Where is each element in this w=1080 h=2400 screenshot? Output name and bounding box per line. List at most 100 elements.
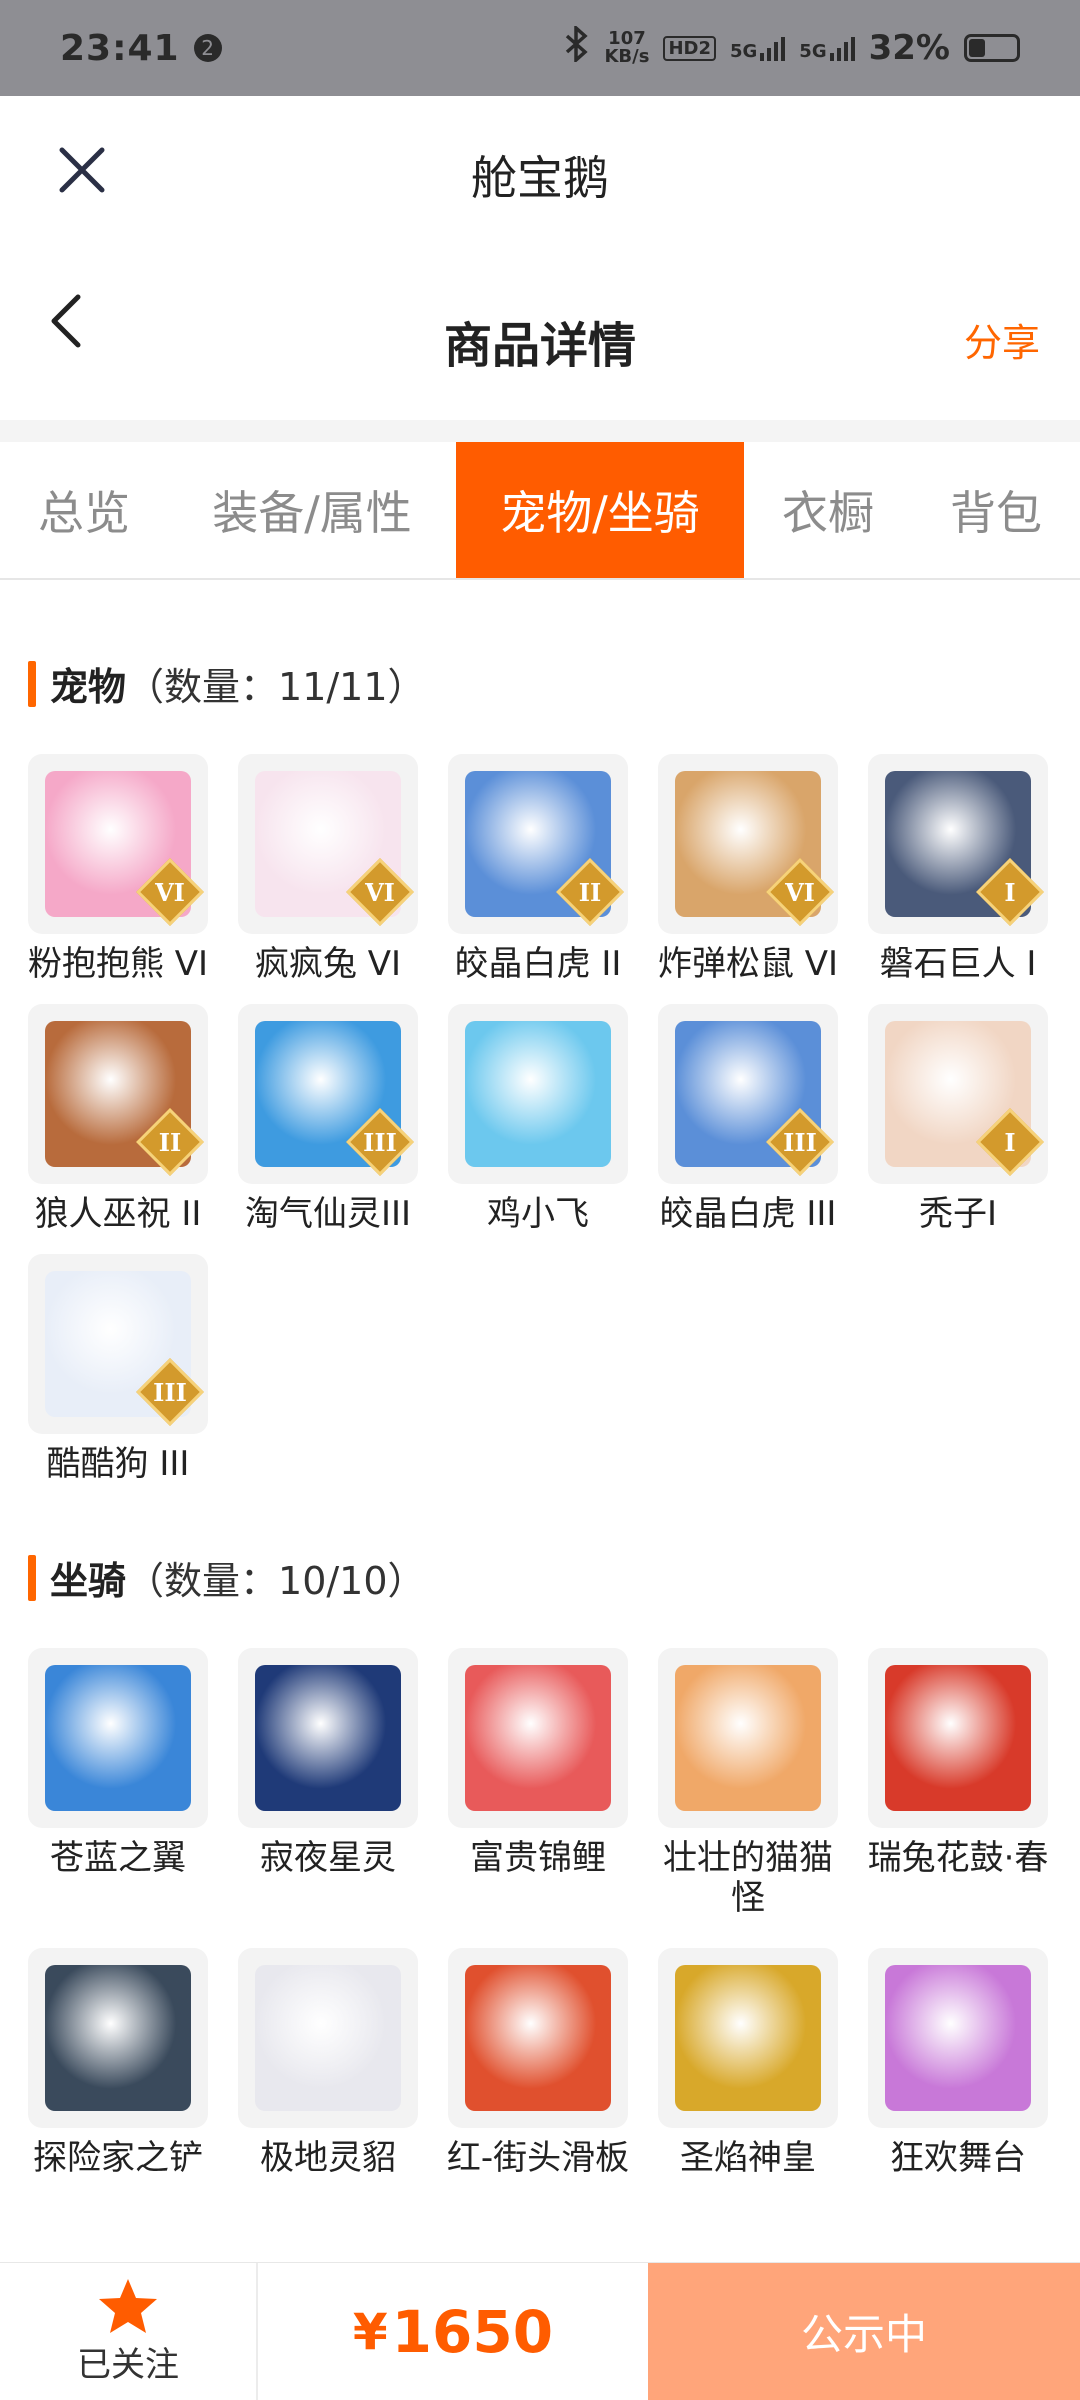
item-thumbnail (868, 1648, 1048, 1828)
pets-grid: VI 粉抱抱熊 VI VI 疯疯兔 VI II 皎晶白虎 II VI 炸弹松鼠 VI I 磐石巨人… (28, 754, 1052, 1484)
bluetooth-icon (564, 23, 590, 71)
tab-bar: 总览 装备/属性 宠物/坐骑 衣橱 背包 (0, 442, 1080, 580)
status-button[interactable]: 公示中 (648, 2263, 1080, 2400)
item-image (885, 1965, 1031, 2111)
item-image (255, 1665, 401, 1811)
item-name: 鸡小飞 (487, 1194, 589, 1234)
item-name: 皎晶白虎 II (454, 944, 622, 984)
tab-overview[interactable]: 总览 (0, 442, 168, 578)
item-thumbnail (658, 1948, 838, 2128)
item-name: 红-街头滑板 (446, 2138, 630, 2178)
section-accent-bar (28, 660, 36, 707)
item-name: 圣焰神皇 (680, 2138, 816, 2178)
item-name: 磐石巨人 I (879, 944, 1037, 984)
item-thumbnail: I (868, 1004, 1048, 1184)
item-image (45, 1665, 191, 1811)
pets-section-title: 宠物 （数量：11/11） (28, 656, 426, 711)
tier-label: II (578, 877, 602, 907)
item-image (675, 1965, 821, 2111)
list-item[interactable]: I 磐石巨人 I (868, 754, 1048, 984)
network-type-1: 5G (729, 41, 758, 62)
page-title: 商品详情 (443, 318, 636, 374)
tier-label: I (1004, 877, 1016, 907)
battery-icon (964, 34, 1020, 62)
tab-equipment[interactable]: 装备/属性 (168, 442, 456, 578)
price: ¥ 1650 (258, 2263, 648, 2400)
item-thumbnail: III (658, 1004, 838, 1184)
follow-button[interactable]: 已关注 (0, 2263, 258, 2400)
item-thumbnail (448, 1004, 628, 1184)
notification-badge: 2 (193, 34, 222, 62)
list-item[interactable]: 极地灵貂 (238, 1948, 418, 2178)
item-image (465, 1021, 611, 1167)
list-item[interactable]: 探险家之铲 (28, 1948, 208, 2178)
signal-1: 5G (729, 35, 786, 62)
item-image (465, 1965, 611, 2111)
section-name: 坐骑 (50, 1559, 127, 1603)
list-item[interactable]: 鸡小飞 (448, 1004, 628, 1234)
network-type-2: 5G (799, 41, 827, 62)
tab-pets-mounts[interactable]: 宠物/坐骑 (456, 442, 744, 578)
list-item[interactable]: 寂夜星灵 (238, 1648, 418, 1918)
item-thumbnail (28, 1648, 208, 1828)
list-item[interactable]: 圣焰神皇 (658, 1948, 838, 2178)
item-thumbnail: VI (28, 754, 208, 934)
status-indicators: 107 KB/s HD2 5G 5G 32% (564, 23, 1020, 71)
signal-bars-icon (829, 35, 855, 61)
section-accent-bar (28, 1554, 36, 1601)
item-name: 探险家之铲 (33, 2138, 203, 2178)
list-item[interactable]: VI 疯疯兔 VI (238, 754, 418, 984)
list-item[interactable]: VI 粉抱抱熊 VI (28, 754, 208, 984)
item-name: 瑞兔花鼓·春 (867, 1838, 1049, 1878)
list-item[interactable]: 红-街头滑板 (447, 1948, 629, 2178)
item-thumbnail: VI (658, 754, 838, 934)
currency-symbol: ¥ (352, 2302, 388, 2361)
item-thumbnail: III (238, 1004, 418, 1184)
network-speed-unit: KB/s (604, 46, 650, 67)
item-image (885, 1665, 1031, 1811)
item-thumbnail: I (868, 754, 1048, 934)
list-item[interactable]: III 淘气仙灵III (238, 1004, 418, 1234)
list-item[interactable]: II 狼人巫祝 II (28, 1004, 208, 1234)
list-item[interactable]: 狂欢舞台 (868, 1948, 1048, 2178)
list-item[interactable]: I 秃子I (868, 1004, 1048, 1234)
list-item[interactable]: III 酷酷狗 III (28, 1254, 208, 1484)
tier-label: III (783, 1127, 817, 1157)
follow-label: 已关注 (77, 2345, 179, 2385)
list-item[interactable]: 壮壮的猫猫怪 (658, 1648, 838, 1918)
item-thumbnail (238, 1948, 418, 2128)
tier-label: VI (365, 877, 395, 907)
item-thumbnail: III (28, 1254, 208, 1434)
status-time: 23:41 (60, 27, 180, 69)
tab-backpack[interactable]: 背包 (912, 442, 1080, 578)
item-name: 酷酷狗 III (46, 1444, 190, 1484)
tier-label: III (363, 1127, 397, 1157)
item-image (465, 1665, 611, 1811)
battery-percent: 32% (868, 28, 950, 68)
list-item[interactable]: VI 炸弹松鼠 VI (658, 754, 838, 984)
hd-icon: HD2 (663, 35, 716, 61)
list-item[interactable]: II 皎晶白虎 II (448, 754, 628, 984)
price-amount: 1650 (391, 2297, 554, 2366)
item-name: 富贵锦鲤 (470, 1838, 606, 1878)
bottom-bar: 已关注 ¥ 1650 公示中 (0, 2262, 1080, 2400)
list-item[interactable]: 苍蓝之翼 (28, 1648, 208, 1918)
tab-wardrobe[interactable]: 衣橱 (744, 442, 912, 578)
app-header: 舱宝鹅 (0, 96, 1080, 256)
item-name: 淘气仙灵III (244, 1194, 412, 1234)
item-image (255, 1965, 401, 2111)
tier-label: VI (785, 877, 815, 907)
section-count: （数量：11/11） (126, 665, 426, 709)
list-item[interactable]: III 皎晶白虎 III (658, 1004, 838, 1234)
item-thumbnail: VI (238, 754, 418, 934)
list-item[interactable]: 瑞兔花鼓·春 (868, 1648, 1048, 1918)
item-thumbnail (658, 1648, 838, 1828)
mounts-grid: 苍蓝之翼 寂夜星灵 富贵锦鲤 壮壮的猫猫怪 瑞兔花鼓·春探险家之铲 极地灵貂 红-街头滑板 圣… (28, 1648, 1052, 2178)
share-button[interactable]: 分享 (964, 312, 1040, 367)
nav-bar: 商品详情 分享 (0, 256, 1080, 420)
list-item[interactable]: 富贵锦鲤 (448, 1648, 628, 1918)
item-name: 极地灵貂 (260, 2138, 396, 2178)
item-name: 寂夜星灵 (260, 1838, 396, 1878)
item-image (45, 1965, 191, 2111)
item-name: 炸弹松鼠 VI (657, 944, 839, 984)
